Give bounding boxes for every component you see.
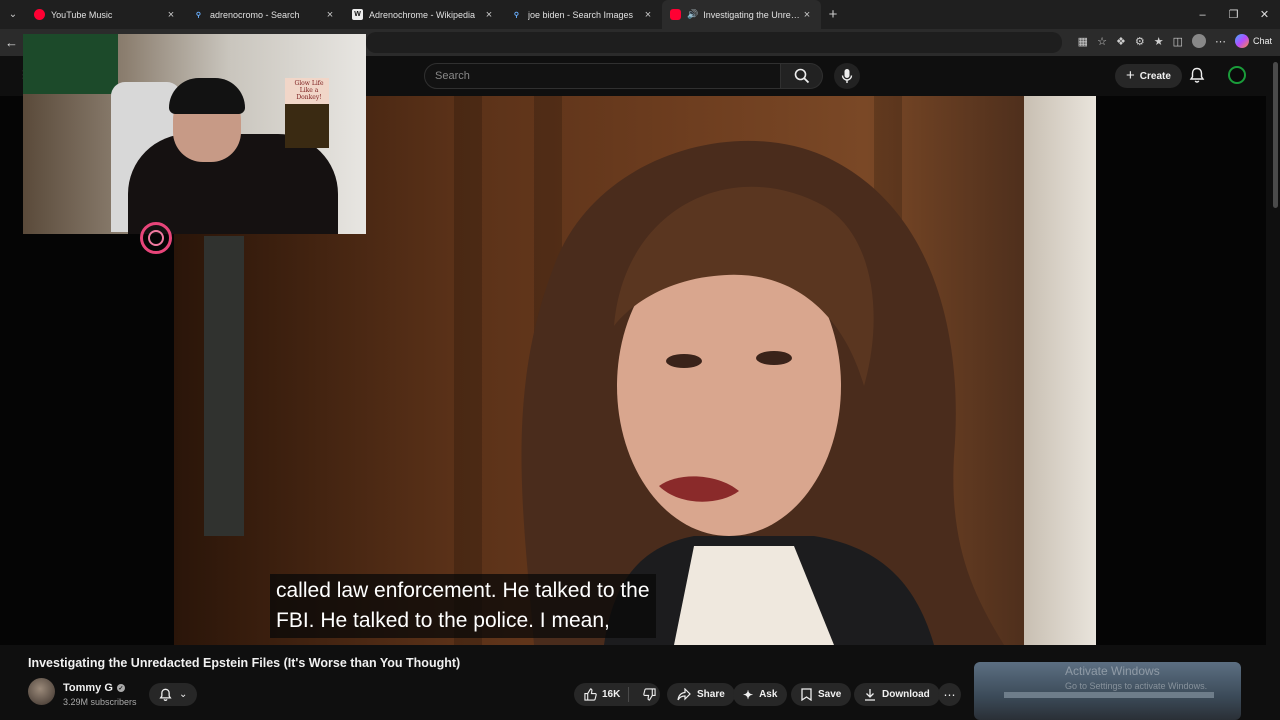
caption-overlay: called law enforcement. He talked to the…: [270, 574, 656, 638]
youtube-icon: [670, 9, 681, 20]
profile-avatar-icon[interactable]: [1191, 34, 1206, 48]
tab-adrenocromo-search[interactable]: ⚲ adrenocromo - Search ×: [185, 0, 344, 29]
collections-icon[interactable]: ◫: [1173, 35, 1183, 48]
webcam-overlay: Glow Life Like a Donkey!: [23, 34, 366, 234]
tab-joe-biden-images[interactable]: ⚲ joe biden - Search Images ×: [503, 0, 662, 29]
close-tab-icon[interactable]: ×: [324, 9, 336, 21]
dislike-button[interactable]: [635, 688, 664, 701]
notifications-bell-icon[interactable]: [1189, 67, 1205, 84]
extensions-icon[interactable]: ❖: [1116, 35, 1126, 48]
search-input[interactable]: Search: [424, 63, 781, 89]
window-controls: – ❐ ✕: [1187, 0, 1280, 29]
thumbnail-pier: [1004, 692, 1214, 698]
close-tab-icon[interactable]: ×: [801, 9, 813, 21]
wikipedia-icon: W: [352, 9, 363, 20]
like-button[interactable]: 16K: [574, 687, 630, 702]
channel-name[interactable]: Tommy G ✓: [63, 682, 125, 694]
poster-text: Glow Life Like a Donkey!: [294, 80, 324, 101]
tab-label: Investigating the Unredacted: [703, 9, 801, 20]
like-dislike-group: 16K: [574, 683, 660, 706]
toolbar-icons: ▦ ☆ ❖ ⚙ ★ ◫ ⋯ Chat: [1078, 34, 1272, 48]
close-tab-icon[interactable]: ×: [642, 9, 654, 21]
browser-tab-strip: ⌄ YouTube Music × ⚲ adrenocromo - Search…: [0, 0, 1280, 29]
page-scrollbar[interactable]: [1273, 62, 1278, 208]
tab-label: YouTube Music: [51, 9, 113, 20]
tab-label: joe biden - Search Images: [528, 9, 634, 20]
like-count: 16K: [602, 689, 621, 700]
extension-puzzle-icon[interactable]: ⚙: [1135, 35, 1145, 48]
recording-ring-icon: [140, 222, 172, 254]
activate-windows-watermark: Activate Windows: [1065, 664, 1160, 678]
tab-label: Adrenochrome - Wikipedia: [369, 9, 476, 20]
favorite-star-icon[interactable]: ☆: [1097, 35, 1107, 48]
search-button[interactable]: [781, 63, 823, 89]
streamer-beanie: [169, 78, 245, 114]
chevron-down-icon: ⌄: [178, 689, 188, 700]
account-avatar[interactable]: [1228, 66, 1246, 84]
tab-label: adrenocromo - Search: [210, 9, 300, 20]
address-bar[interactable]: [366, 32, 1062, 53]
thumbs-down-icon: [643, 688, 656, 701]
ask-button[interactable]: ✦ Ask: [733, 683, 788, 706]
activate-windows-subtext: Go to Settings to activate Windows.: [1065, 681, 1208, 691]
caption-line: called law enforcement. He talked to the: [276, 579, 650, 602]
back-arrow-icon[interactable]: ←: [5, 35, 18, 50]
speaker-icon[interactable]: 🔊: [687, 9, 698, 20]
channel-avatar[interactable]: [28, 678, 55, 705]
screen: ⌄ YouTube Music × ⚲ adrenocromo - Search…: [0, 0, 1280, 720]
webcam-shelf: [23, 34, 118, 94]
close-tab-icon[interactable]: ×: [483, 9, 495, 21]
wall-book: [285, 104, 329, 148]
bookmark-icon: [801, 688, 812, 701]
youtube-music-icon: [34, 9, 45, 20]
download-icon: [865, 689, 875, 701]
copilot-icon: [1234, 34, 1249, 48]
sparkle-icon: ✦: [743, 687, 754, 702]
microphone-icon: [841, 69, 853, 83]
search-placeholder: Search: [435, 70, 470, 82]
plus-icon: +: [1126, 66, 1135, 84]
close-tab-icon[interactable]: ×: [165, 9, 177, 21]
download-button[interactable]: Download: [854, 683, 940, 706]
create-label: Create: [1139, 70, 1171, 82]
download-label: Download: [882, 689, 930, 700]
search-icon: ⚲: [513, 11, 520, 19]
subscriber-count: 3.29M subscribers: [63, 697, 137, 707]
caption-line: FBI. He talked to the police. I mean,: [276, 609, 610, 632]
share-button[interactable]: Share: [667, 683, 735, 706]
favorites-icon[interactable]: ★: [1154, 35, 1164, 48]
create-button[interactable]: + Create: [1115, 64, 1182, 88]
app-available-icon[interactable]: ▦: [1078, 35, 1088, 48]
more-actions-icon[interactable]: ⋯: [938, 683, 961, 706]
tab-youtube-music[interactable]: YouTube Music ×: [26, 0, 185, 29]
thumbs-up-icon: [584, 688, 597, 701]
save-button[interactable]: Save: [791, 683, 852, 706]
chat-label: Chat: [1252, 36, 1272, 46]
subscription-notifications-button[interactable]: ⌄: [149, 683, 197, 706]
search-icon: ⚲: [195, 11, 202, 19]
share-arrow-icon: [677, 688, 691, 701]
save-label: Save: [818, 689, 842, 700]
video-title: Investigating the Unredacted Epstein Fil…: [28, 656, 461, 670]
bell-icon: [159, 688, 172, 701]
minimize-icon[interactable]: –: [1187, 0, 1218, 29]
search-icon: [794, 68, 809, 84]
tab-wikipedia[interactable]: W Adrenochrome - Wikipedia ×: [344, 0, 503, 29]
verified-check-icon: ✓: [116, 684, 125, 692]
tab-investigating-active[interactable]: 🔊 Investigating the Unredacted ×: [662, 0, 821, 29]
share-label: Share: [697, 689, 725, 700]
restore-icon[interactable]: ❐: [1218, 0, 1249, 29]
copilot-chat-button[interactable]: Chat: [1234, 34, 1272, 48]
ask-label: Ask: [759, 689, 778, 700]
close-window-icon[interactable]: ✕: [1249, 0, 1280, 29]
more-menu-icon[interactable]: ⋯: [1215, 35, 1226, 48]
voice-search-button[interactable]: [834, 63, 860, 89]
channel-name-text: Tommy G: [63, 682, 113, 694]
tab-actions-chevron-icon[interactable]: ⌄: [0, 0, 26, 29]
new-tab-plus-icon[interactable]: +: [821, 6, 845, 23]
